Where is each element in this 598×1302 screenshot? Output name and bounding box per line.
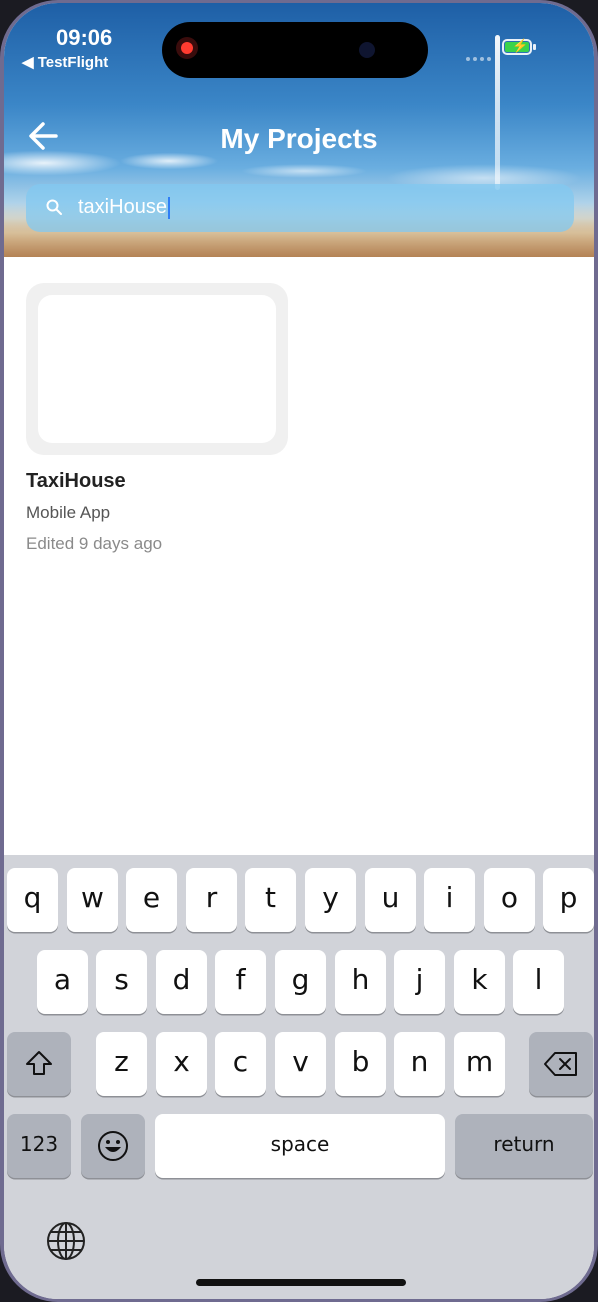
shift-key[interactable]: [7, 1032, 71, 1096]
delete-key[interactable]: [529, 1032, 593, 1096]
key-g[interactable]: g: [275, 950, 326, 1014]
page-title: My Projects: [220, 123, 378, 154]
key-x[interactable]: x: [156, 1032, 207, 1096]
key-v[interactable]: v: [275, 1032, 326, 1096]
key-u[interactable]: u: [365, 868, 416, 932]
project-edited-time: Edited 9 days ago: [26, 534, 163, 553]
project-type: Mobile App: [26, 503, 111, 522]
key-h[interactable]: h: [335, 950, 386, 1014]
key-r[interactable]: r: [186, 868, 237, 932]
numbers-key[interactable]: 123: [7, 1114, 71, 1178]
project-preview: [38, 295, 276, 443]
project-name[interactable]: TaxiHouse: [26, 470, 126, 493]
screen: 09:06 ◀ TestFlight ⚡ My Projects taxiHou…: [4, 3, 594, 1299]
key-z[interactable]: z: [96, 1032, 147, 1096]
recording-indicator-icon: [176, 37, 198, 59]
text-cursor: [167, 196, 170, 219]
key-e[interactable]: e: [126, 868, 177, 932]
project-card-thumbnail[interactable]: [26, 283, 288, 455]
emoji-icon: [98, 1131, 128, 1161]
search-input[interactable]: taxiHouse: [26, 184, 574, 232]
dynamic-island: [162, 22, 428, 78]
key-k[interactable]: k: [454, 950, 505, 1014]
camera-icon: [359, 42, 375, 58]
key-m[interactable]: m: [454, 1032, 505, 1096]
return-key[interactable]: return: [455, 1114, 593, 1178]
key-c[interactable]: c: [215, 1032, 266, 1096]
home-indicator[interactable]: [196, 1279, 406, 1286]
key-y[interactable]: y: [305, 868, 356, 932]
key-q[interactable]: q: [7, 868, 58, 932]
status-time: 09:06: [56, 25, 113, 50]
key-b[interactable]: b: [335, 1032, 386, 1096]
key-o[interactable]: o: [484, 868, 535, 932]
key-n[interactable]: n: [394, 1032, 445, 1096]
key-f[interactable]: f: [215, 950, 266, 1014]
back-to-app-link[interactable]: ◀ TestFlight: [22, 53, 108, 71]
key-t[interactable]: t: [245, 868, 296, 932]
key-s[interactable]: s: [96, 950, 147, 1014]
key-i[interactable]: i: [424, 868, 475, 932]
key-w[interactable]: w: [67, 868, 118, 932]
key-p[interactable]: p: [543, 868, 594, 932]
key-j[interactable]: j: [394, 950, 445, 1014]
signal-icon: [466, 48, 496, 61]
key-a[interactable]: a: [37, 950, 88, 1014]
key-d[interactable]: d: [156, 950, 207, 1014]
contrail: [495, 35, 500, 190]
search-icon: [46, 199, 62, 215]
search-value: taxiHouse: [78, 196, 167, 218]
delete-backspace-icon: [544, 1052, 577, 1076]
key-l[interactable]: l: [513, 950, 564, 1014]
battery-icon: ⚡: [502, 38, 532, 55]
emoji-key[interactable]: [81, 1114, 145, 1178]
shift-icon: [26, 1051, 52, 1075]
globe-icon[interactable]: [44, 1219, 88, 1263]
space-key[interactable]: space: [155, 1114, 445, 1178]
